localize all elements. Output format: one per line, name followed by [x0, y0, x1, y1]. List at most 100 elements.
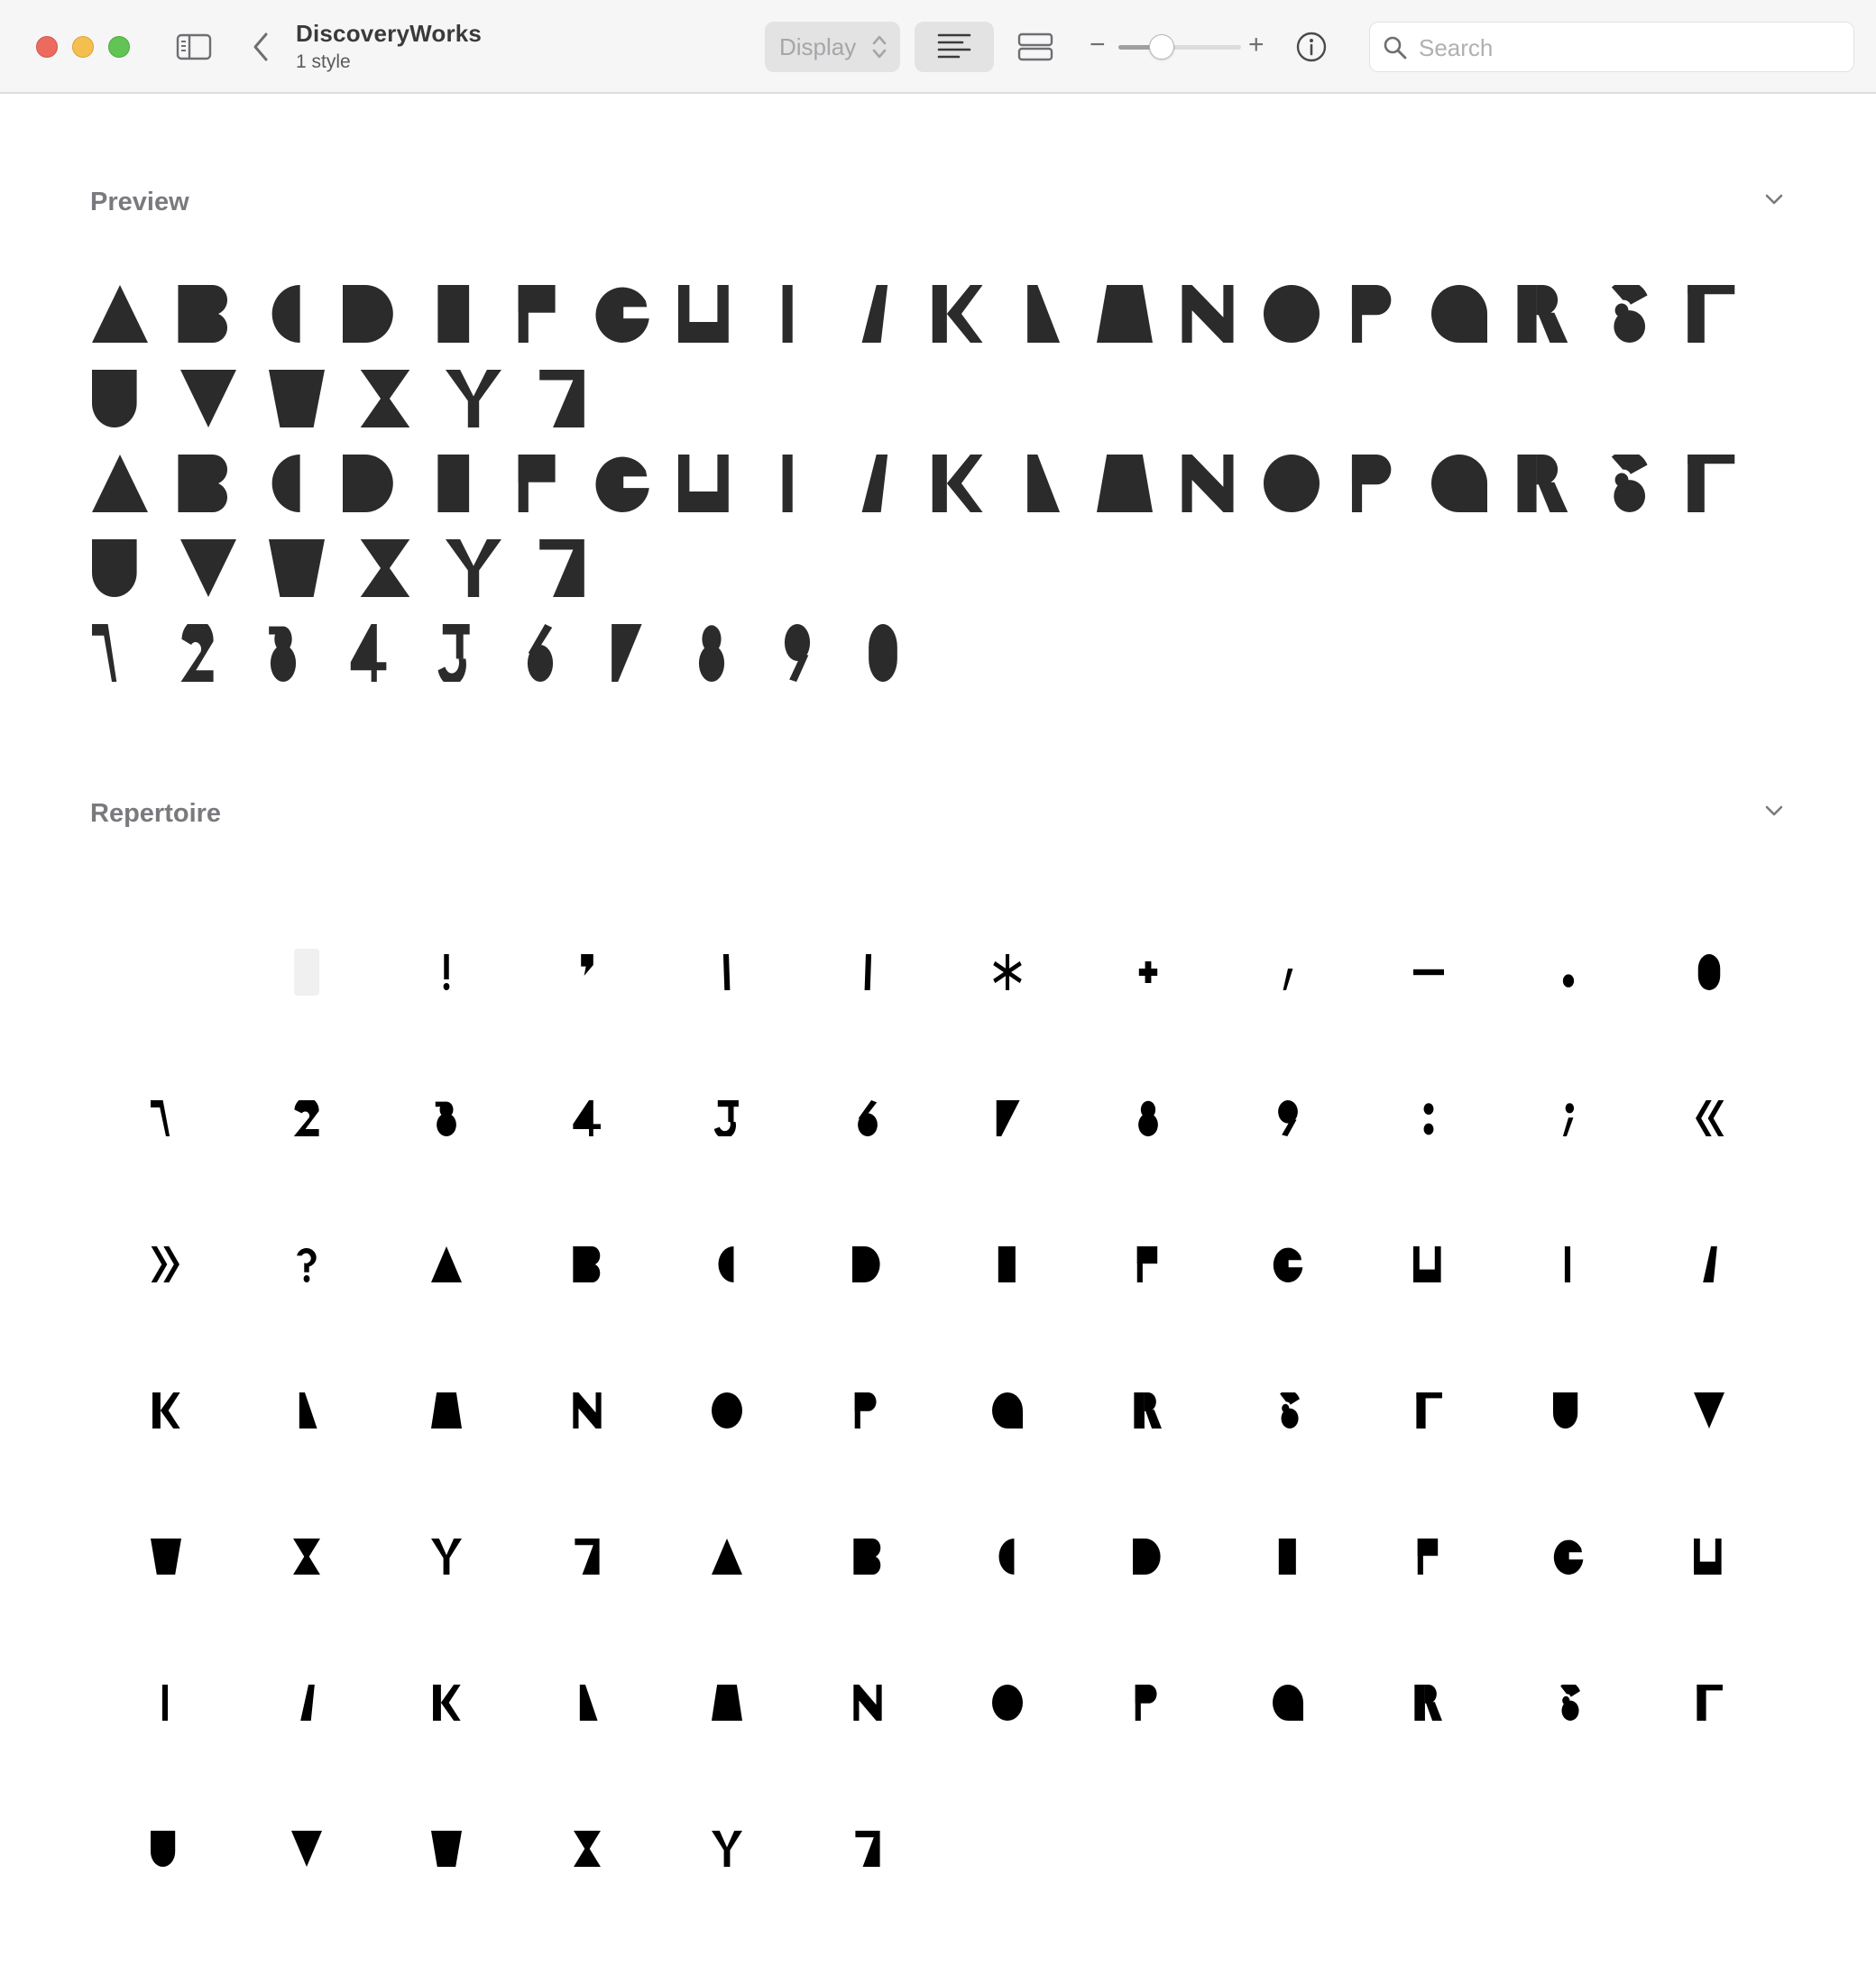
size-decrease-button[interactable]: −: [1090, 27, 1106, 63]
chevron-down-icon[interactable]: [1764, 193, 1784, 206]
repertoire-glyph-lower-k[interactable]: [431, 1685, 462, 1721]
repertoire-glyph-lower-e[interactable]: [1273, 1539, 1303, 1575]
repertoire-glyph-upper-z[interactable]: [572, 1539, 602, 1575]
repertoire-glyph-lower-t[interactable]: [1694, 1685, 1724, 1721]
repertoire-glyph-lower-w[interactable]: [431, 1831, 462, 1867]
repertoire-glyph-digit-6[interactable]: [852, 1100, 883, 1136]
repertoire-glyph-lower-q[interactable]: [1273, 1685, 1303, 1721]
repertoire-glyph-lower-d[interactable]: [1132, 1539, 1163, 1575]
size-increase-button[interactable]: +: [1248, 27, 1264, 63]
repertoire-glyph-upper-c[interactable]: [712, 1246, 742, 1282]
repertoire-glyph-right-guillemet[interactable]: [151, 1246, 181, 1282]
rows-icon: [1017, 32, 1053, 61]
repertoire-glyph-digit-4[interactable]: [572, 1100, 602, 1136]
repertoire-glyph-lower-g[interactable]: [1553, 1539, 1584, 1575]
repertoire-glyph-upper-i[interactable]: [1553, 1246, 1584, 1282]
back-button[interactable]: [247, 27, 274, 67]
sidebar-toggle-button[interactable]: [175, 29, 213, 65]
repertoire-glyph-digit-2[interactable]: [291, 1100, 322, 1136]
repertoire-glyph-lower-h[interactable]: [1693, 1539, 1724, 1575]
repertoire-glyph-upper-r[interactable]: [1133, 1392, 1163, 1429]
repertoire-glyph-upper-g[interactable]: [1273, 1246, 1303, 1282]
close-window-button[interactable]: [36, 36, 58, 58]
repertoire-glyph-lower-y[interactable]: [712, 1831, 742, 1867]
repertoire-glyph-lower-b[interactable]: [852, 1539, 883, 1575]
repertoire-glyph-lower-x[interactable]: [572, 1831, 602, 1867]
repertoire-glyph-digit-7[interactable]: [992, 1100, 1023, 1136]
repertoire-glyph-lower-p[interactable]: [1133, 1685, 1163, 1721]
repertoire-glyph-upper-w[interactable]: [151, 1539, 181, 1575]
repertoire-glyph-lower-v[interactable]: [290, 1831, 322, 1867]
repertoire-glyph-digit-5[interactable]: [712, 1100, 742, 1136]
repertoire-glyph-upper-t[interactable]: [1413, 1392, 1444, 1429]
repertoire-section-header[interactable]: Repertoire: [90, 799, 1786, 835]
repertoire-glyph-lower-j[interactable]: [291, 1685, 322, 1721]
repertoire-glyph-asterisk[interactable]: [992, 954, 1023, 990]
repertoire-glyph-upper-s[interactable]: [1273, 1392, 1303, 1429]
repertoire-glyph-comma[interactable]: [1273, 954, 1303, 990]
zoom-window-button[interactable]: [108, 36, 130, 58]
repertoire-glyph-upper-v[interactable]: [1693, 1392, 1724, 1429]
repertoire-glyph-space[interactable]: [291, 954, 322, 990]
preview-section-header[interactable]: Preview: [90, 188, 1786, 224]
repertoire-glyph-lower-c[interactable]: [992, 1539, 1023, 1575]
repertoire-glyph-digit-8[interactable]: [1133, 1100, 1163, 1136]
repertoire-glyph-upper-n[interactable]: [572, 1392, 602, 1429]
repertoire-glyph-hyphen[interactable]: [1412, 954, 1444, 990]
repertoire-glyph-digit-9[interactable]: [1273, 1100, 1303, 1136]
repertoire-glyph-exclamation[interactable]: [431, 954, 462, 990]
size-slider-knob[interactable]: [1148, 34, 1174, 60]
size-slider[interactable]: [1118, 45, 1241, 50]
info-button[interactable]: [1293, 29, 1329, 65]
view-mode-lines-button[interactable]: [915, 22, 994, 72]
repertoire-glyph-lower-s[interactable]: [1553, 1685, 1584, 1721]
repertoire-glyph-lower-m[interactable]: [712, 1685, 742, 1721]
repertoire-glyph-left-paren[interactable]: [712, 954, 742, 990]
repertoire-glyph-lower-f[interactable]: [1413, 1539, 1444, 1575]
repertoire-glyph-lower-o[interactable]: [992, 1685, 1023, 1721]
repertoire-glyph-period[interactable]: [1553, 954, 1584, 990]
preview-glyph-lower-g: [594, 455, 650, 512]
repertoire-glyph-plus[interactable]: [1133, 954, 1163, 990]
repertoire-glyph-upper-u[interactable]: [1553, 1392, 1584, 1429]
preview-glyph-upper-c: [260, 285, 316, 343]
repertoire-glyph-upper-m[interactable]: [431, 1392, 462, 1429]
repertoire-glyph-left-guillemet[interactable]: [1694, 1100, 1724, 1136]
search-input[interactable]: [1417, 30, 1835, 66]
repertoire-glyph-upper-b[interactable]: [572, 1246, 602, 1282]
repertoire-glyph-digit-0[interactable]: [1694, 954, 1724, 990]
view-mode-rows-button[interactable]: [1014, 27, 1057, 67]
repertoire-glyph-upper-p[interactable]: [852, 1392, 883, 1429]
repertoire-glyph-lower-z[interactable]: [852, 1831, 883, 1867]
repertoire-glyph-question[interactable]: [291, 1246, 322, 1282]
repertoire-glyph-lower-u[interactable]: [151, 1831, 181, 1867]
repertoire-glyph-apostrophe[interactable]: [572, 954, 602, 990]
repertoire-glyph-upper-k[interactable]: [151, 1392, 181, 1429]
display-select[interactable]: Display: [765, 22, 900, 72]
repertoire-glyph-upper-y[interactable]: [431, 1539, 462, 1575]
repertoire-glyph-upper-h[interactable]: [1412, 1246, 1444, 1282]
repertoire-glyph-upper-j[interactable]: [1694, 1246, 1724, 1282]
repertoire-glyph-lower-a[interactable]: [712, 1539, 742, 1575]
preview-glyph-lower-a: [92, 455, 148, 512]
repertoire-glyph-upper-q[interactable]: [992, 1392, 1023, 1429]
repertoire-glyph-upper-l[interactable]: [291, 1392, 322, 1429]
repertoire-glyph-upper-o[interactable]: [712, 1392, 742, 1429]
repertoire-glyph-upper-e[interactable]: [992, 1246, 1023, 1282]
repertoire-glyph-lower-i[interactable]: [151, 1685, 181, 1721]
search-field[interactable]: [1369, 22, 1854, 72]
repertoire-glyph-semicolon[interactable]: [1553, 1100, 1584, 1136]
repertoire-glyph-upper-a[interactable]: [431, 1246, 462, 1282]
repertoire-glyph-colon[interactable]: [1413, 1100, 1444, 1136]
repertoire-glyph-upper-d[interactable]: [851, 1246, 883, 1282]
repertoire-glyph-lower-r[interactable]: [1413, 1685, 1444, 1721]
minimize-window-button[interactable]: [72, 36, 94, 58]
repertoire-glyph-right-paren[interactable]: [852, 954, 883, 990]
repertoire-glyph-lower-l[interactable]: [572, 1685, 602, 1721]
repertoire-glyph-digit-3[interactable]: [431, 1100, 462, 1136]
repertoire-glyph-digit-1[interactable]: [151, 1100, 181, 1136]
chevron-down-icon[interactable]: [1764, 804, 1784, 817]
repertoire-glyph-upper-f[interactable]: [1133, 1246, 1163, 1282]
repertoire-glyph-lower-n[interactable]: [852, 1685, 883, 1721]
repertoire-glyph-upper-x[interactable]: [291, 1539, 322, 1575]
